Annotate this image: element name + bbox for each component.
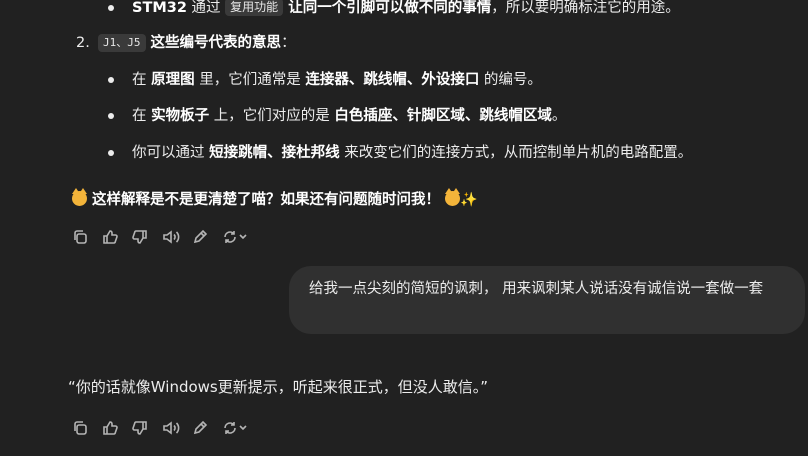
text: ，所以要明确标注它的用途。 bbox=[491, 0, 680, 16]
bold-text: 短接跳帽、接杜邦线 bbox=[209, 145, 340, 161]
text: 通过 bbox=[186, 0, 226, 16]
thumbs-up-icon[interactable] bbox=[102, 418, 132, 438]
message-actions bbox=[72, 418, 252, 438]
edit-icon[interactable] bbox=[192, 227, 222, 247]
thumbs-up-icon[interactable] bbox=[102, 227, 132, 247]
regenerate-icon[interactable] bbox=[222, 227, 252, 247]
bold-text: 连接器、跳线帽、外设接口 bbox=[305, 72, 480, 88]
summary-line: 这样解释是不是更清楚了喵？如果还有问题随时问我！ ✨ bbox=[72, 188, 478, 210]
text: 的编号。 bbox=[479, 72, 542, 88]
read-aloud-icon[interactable] bbox=[162, 418, 192, 438]
sparkles-icon: ✨ bbox=[460, 192, 478, 208]
read-aloud-icon[interactable] bbox=[162, 227, 192, 247]
summary-text: 这样解释是不是更清楚了喵？如果还有问题随时问我！ bbox=[87, 192, 446, 208]
bullet-dot bbox=[108, 5, 114, 11]
inline-code: J1、J5 bbox=[98, 34, 146, 52]
thumbs-down-icon[interactable] bbox=[132, 418, 162, 438]
text: 。 bbox=[551, 108, 567, 124]
bold-text: 实物板子 bbox=[151, 108, 210, 124]
copy-icon[interactable] bbox=[72, 418, 102, 438]
regenerate-icon[interactable] bbox=[222, 418, 252, 438]
assistant-reply: “你的话就像Windows更新提示，听起来很正式，但没人敢信。” bbox=[68, 378, 489, 396]
copy-icon[interactable] bbox=[72, 227, 102, 247]
thumbs-down-icon[interactable] bbox=[132, 227, 162, 247]
bold-text: 这些编号代表的意思 bbox=[145, 35, 282, 51]
bold-text: 原理图 bbox=[151, 72, 195, 88]
numbered-item: 2. J1、J5 这些编号代表的意思： bbox=[76, 33, 296, 53]
user-message-text: 给我一点尖刻的简短的讽刺， 用来讽刺某人说话没有诚信说一套做一套 bbox=[309, 281, 764, 297]
cat-emoji-icon bbox=[72, 188, 87, 206]
list-number: 2. bbox=[76, 35, 90, 51]
bold-text: STM32 bbox=[132, 0, 187, 16]
bullet-dot bbox=[108, 150, 114, 156]
text: 里，它们通常是 bbox=[194, 72, 306, 88]
text: 在 bbox=[132, 108, 152, 124]
message-actions bbox=[72, 227, 252, 247]
text: 上，它们对应的是 bbox=[209, 108, 335, 124]
edit-icon[interactable] bbox=[192, 418, 222, 438]
bold-text: 让同一个引脚可以做不同的事情 bbox=[283, 0, 492, 16]
inline-code: 复用功能 bbox=[225, 0, 284, 16]
text: 来改变它们的连接方式，从而控制单片机的电路配置。 bbox=[339, 145, 693, 161]
chat-page: STM32 通过 复用功能 让同一个引脚可以做不同的事情，所以要明确标注它的用途… bbox=[0, 0, 808, 456]
bullet-dot bbox=[108, 77, 114, 83]
text: ： bbox=[281, 35, 296, 51]
cat-emoji-icon bbox=[445, 188, 461, 206]
bold-text: 白色插座、针脚区域、跳线帽区域 bbox=[334, 108, 552, 124]
text: 你可以通过 bbox=[132, 145, 210, 161]
bullet-dot bbox=[108, 113, 114, 119]
text: 在 bbox=[132, 72, 152, 88]
user-message-bubble: 给我一点尖刻的简短的讽刺， 用来讽刺某人说话没有诚信说一套做一套 bbox=[289, 266, 805, 334]
